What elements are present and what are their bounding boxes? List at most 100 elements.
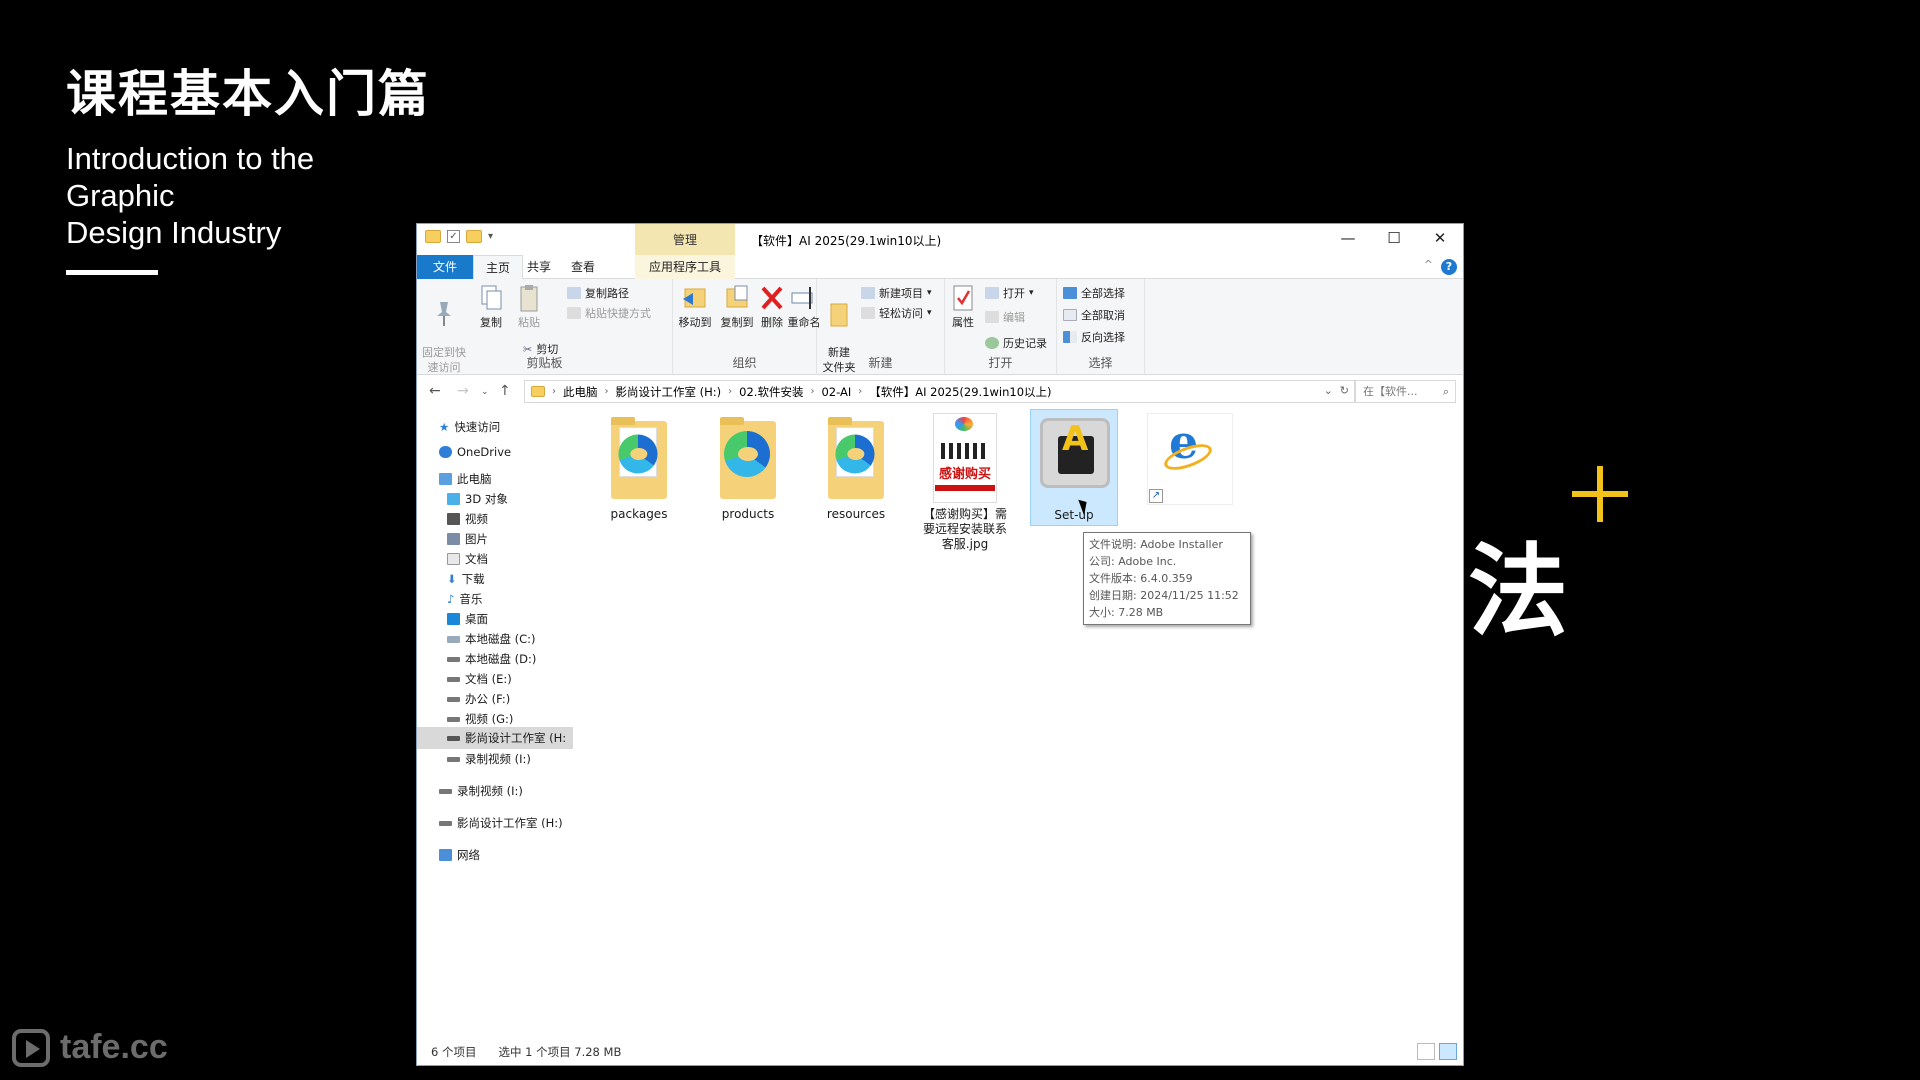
rename-button[interactable]: 重命名 <box>787 283 821 330</box>
tab-file[interactable]: 文件 <box>417 255 473 279</box>
minimize-button[interactable]: — <box>1325 224 1371 255</box>
chevron-right-icon[interactable]: › <box>810 386 814 397</box>
copy-button[interactable]: 复制 <box>471 283 511 330</box>
address-dropdown-icon[interactable]: ⌄ <box>1324 384 1333 397</box>
delete-button[interactable]: 删除 <box>757 283 787 330</box>
easy-access-button[interactable]: 轻松访问 ▾ <box>861 305 932 321</box>
paste-button[interactable]: 粘贴 <box>509 283 549 330</box>
refresh-icon[interactable]: ↻ <box>1340 384 1349 397</box>
drive-icon <box>447 735 460 741</box>
rename-label: 重命名 <box>787 316 821 329</box>
nav-label: 视频 <box>465 512 488 526</box>
folder-icon <box>708 413 788 505</box>
nav-onedrive[interactable]: OneDrive <box>439 445 511 459</box>
paste-shortcut-button[interactable]: 粘贴快捷方式 <box>567 305 651 321</box>
invert-selection-icon <box>1063 331 1077 343</box>
breadcrumb[interactable]: 02-AI <box>821 385 851 399</box>
nav-network[interactable]: 网络 <box>439 847 480 863</box>
nav-desktop[interactable]: 桌面 <box>447 611 488 627</box>
properties-check-icon[interactable]: ✓ <box>447 230 460 243</box>
breadcrumb[interactable]: 【软件】AI 2025(29.1win10以上) <box>869 384 1051 400</box>
edit-button[interactable]: 编辑 <box>985 309 1025 325</box>
chevron-right-icon[interactable]: › <box>605 386 609 397</box>
properties-label: 属性 <box>952 316 974 329</box>
move-to-button[interactable]: 移动到 <box>675 283 715 330</box>
properties-button[interactable]: 属性 <box>945 283 981 330</box>
group-label: 剪贴板 <box>526 356 563 370</box>
nav-3d-objects[interactable]: 3D 对象 <box>447 491 508 507</box>
chevron-right-icon: › <box>552 386 556 397</box>
qa-dropdown-icon[interactable]: ▾ <box>488 231 493 242</box>
breadcrumb[interactable]: 影尚设计工作室 (H:) <box>616 384 722 400</box>
shortcut-arrow-icon: ↗ <box>1149 489 1163 503</box>
nav-label: 快速访问 <box>454 420 501 434</box>
titlebar: ✓ ▾ 管理 【软件】AI 2025(29.1win10以上) — ☐ ✕ <box>417 224 1463 255</box>
open-icon <box>985 287 999 299</box>
nav-removable-h[interactable]: 影尚设计工作室 (H:) <box>439 815 563 831</box>
maximize-button[interactable]: ☐ <box>1371 224 1417 255</box>
collapse-ribbon-icon[interactable]: ^ <box>1424 258 1433 271</box>
folder-item-resources[interactable]: resources <box>812 413 900 522</box>
new-item-button[interactable]: 新建项目 ▾ <box>861 285 932 301</box>
folder-icon[interactable] <box>425 230 441 243</box>
group-open: 属性 打开 ▾ 编辑 历史记录 打开 <box>945 279 1057 375</box>
nav-drive-i[interactable]: 录制视频 (I:) <box>447 751 531 767</box>
nav-removable-i[interactable]: 录制视频 (I:) <box>439 783 523 799</box>
plus-icon <box>1572 466 1628 522</box>
copy-path-button[interactable]: 复制路径 <box>567 285 629 301</box>
nav-quick-access[interactable]: ★ 快速访问 <box>439 419 500 435</box>
nav-drive-e[interactable]: 文档 (E:) <box>447 671 512 687</box>
new-item-icon <box>861 287 875 299</box>
nav-drive-d[interactable]: 本地磁盘 (D:) <box>447 651 536 667</box>
nav-drive-h[interactable]: 影尚设计工作室 (H: <box>417 727 573 749</box>
paste-shortcut-label: 粘贴快捷方式 <box>585 307 651 320</box>
search-icon[interactable]: ⌕ <box>1443 381 1449 402</box>
help-icon[interactable]: ? <box>1441 259 1457 275</box>
new-folder-icon[interactable] <box>466 230 482 243</box>
select-none-button[interactable]: 全部取消 <box>1063 307 1125 323</box>
nav-music[interactable]: ♪ 音乐 <box>447 591 482 607</box>
close-button[interactable]: ✕ <box>1417 224 1463 255</box>
open-button[interactable]: 打开 ▾ <box>985 285 1034 301</box>
forward-arrow-icon[interactable]: → <box>457 383 469 399</box>
tab-app-tools[interactable]: 应用程序工具 <box>635 255 735 279</box>
nav-downloads[interactable]: ⬇ 下载 <box>447 571 485 587</box>
tab-share[interactable]: 共享 <box>515 255 563 279</box>
tab-view[interactable]: 查看 <box>559 255 607 279</box>
file-name: packages <box>610 507 668 521</box>
chevron-right-icon[interactable]: › <box>858 386 862 397</box>
thumb-caption: 感谢购买 <box>938 467 991 482</box>
nav-drive-f[interactable]: 办公 (F:) <box>447 691 510 707</box>
search-input[interactable]: 在【软件... ⌕ <box>1354 380 1456 403</box>
details-view-icon[interactable] <box>1417 1043 1435 1060</box>
nav-drive-c[interactable]: 本地磁盘 (C:) <box>447 631 536 647</box>
context-tab-manage: 管理 <box>635 224 735 255</box>
ie-shortcut-item[interactable]: e ↗ <box>1139 413 1233 507</box>
nav-this-pc[interactable]: 此电脑 <box>439 471 492 487</box>
installer-file-item[interactable]: A Set-up <box>1030 409 1118 526</box>
subtitle-line: Introduction to the <box>66 141 315 176</box>
nav-videos[interactable]: 视频 <box>447 511 488 527</box>
select-all-button[interactable]: 全部选择 <box>1063 285 1125 301</box>
history-button[interactable]: 历史记录 <box>985 335 1047 351</box>
folder-item-products[interactable]: products <box>704 413 792 522</box>
up-arrow-icon[interactable]: ↑ <box>499 383 511 399</box>
back-arrow-icon[interactable]: ← <box>429 383 441 399</box>
tooltip-line: 大小: 7.28 MB <box>1089 606 1164 619</box>
image-file-item[interactable]: 感谢购买 【感谢购买】需要远程安装联系客服.jpg <box>921 413 1009 552</box>
chevron-right-icon[interactable]: › <box>728 386 732 397</box>
ribbon: 固定到快 速访问 复制 粘贴 复制路径 粘贴快捷方式 ✂ 剪切 剪贴板 移动到 … <box>417 279 1463 375</box>
nav-label: 图片 <box>465 532 488 546</box>
nav-documents[interactable]: 文档 <box>447 551 488 567</box>
nav-label: 办公 (F:) <box>465 692 511 706</box>
breadcrumb[interactable]: 此电脑 <box>563 384 598 400</box>
folder-item-packages[interactable]: packages <box>595 413 683 522</box>
breadcrumb[interactable]: 02.软件安装 <box>739 384 803 400</box>
invert-selection-button[interactable]: 反向选择 <box>1063 329 1125 345</box>
nav-drive-g[interactable]: 视频 (G:) <box>447 711 513 727</box>
copy-to-button[interactable]: 复制到 <box>717 283 757 330</box>
recent-dropdown-icon[interactable]: ⌄ <box>481 387 489 397</box>
address-bar[interactable]: › 此电脑 › 影尚设计工作室 (H:) › 02.软件安装 › 02-AI ›… <box>524 380 1356 403</box>
large-icons-view-icon[interactable] <box>1439 1043 1457 1060</box>
nav-pictures[interactable]: 图片 <box>447 531 488 547</box>
